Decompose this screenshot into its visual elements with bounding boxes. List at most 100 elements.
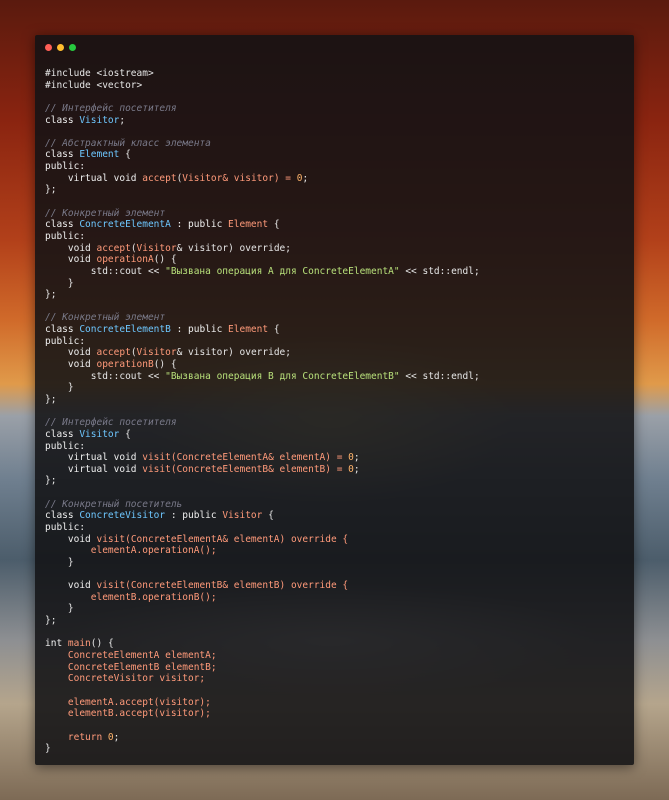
code-token: ; bbox=[353, 463, 360, 475]
code-token: Element bbox=[228, 324, 269, 336]
code-line: #include <vector> bbox=[45, 80, 624, 92]
code-token: ConcreteVisitor bbox=[79, 510, 166, 522]
code-line: ConcreteElementB elementB; bbox=[45, 662, 624, 674]
code-token: Visitor bbox=[79, 428, 120, 440]
code-token: : public bbox=[170, 324, 229, 336]
code-token: elementA.accept(visitor); bbox=[45, 696, 211, 708]
code-token: Visitor bbox=[136, 242, 177, 254]
code-line: public: bbox=[45, 441, 624, 453]
code-token: #include <iostream> bbox=[45, 68, 154, 79]
code-token: ConcreteVisitor visitor; bbox=[45, 673, 206, 685]
code-line: return 0; bbox=[45, 732, 624, 744]
code-line: class Element { bbox=[45, 149, 624, 161]
code-token: void bbox=[45, 242, 97, 254]
code-window: #include <iostream> #include <vector> // … bbox=[35, 35, 634, 765]
code-line: public: bbox=[45, 231, 624, 243]
code-line: class ConcreteVisitor : public Visitor { bbox=[45, 510, 624, 522]
code-token: class bbox=[45, 149, 80, 161]
code-token: }; bbox=[45, 475, 57, 487]
code-token: main bbox=[67, 638, 91, 650]
code-token: "Вызвана операция B для ConcreteElementB… bbox=[165, 370, 400, 382]
code-token: << std::endl; bbox=[399, 370, 480, 382]
minimize-dot-icon[interactable] bbox=[57, 44, 64, 51]
code-block: #include <iostream> #include <vector> // … bbox=[45, 68, 624, 755]
close-dot-icon[interactable] bbox=[45, 44, 52, 51]
code-token: class bbox=[45, 324, 80, 336]
code-token: int bbox=[45, 638, 68, 650]
window-controls bbox=[45, 44, 76, 51]
code-token: elementA.operationA(); bbox=[45, 545, 217, 557]
code-token: ConcreteElementA elementA; bbox=[45, 650, 217, 662]
code-token: virtual void bbox=[45, 172, 143, 184]
code-token: public: bbox=[45, 335, 86, 347]
code-token: }; bbox=[45, 615, 57, 627]
code-token: Visitor bbox=[222, 510, 263, 522]
code-line: void accept(Visitor& visitor) override; bbox=[45, 243, 624, 255]
code-token: ; bbox=[119, 114, 126, 126]
code-token: : public bbox=[170, 219, 229, 231]
code-token: } bbox=[45, 382, 74, 394]
code-token: accept bbox=[96, 347, 131, 359]
code-line: elementA.accept(visitor); bbox=[45, 697, 624, 709]
code-line: public: bbox=[45, 336, 624, 348]
code-token: // Абстрактный класс элемента bbox=[45, 137, 211, 149]
code-token: // Интерфейс посетителя bbox=[45, 417, 177, 429]
code-line: elementA.operationA(); bbox=[45, 545, 624, 557]
code-line: void operationA() { bbox=[45, 254, 624, 266]
code-token: { bbox=[268, 219, 280, 231]
code-token: { bbox=[119, 428, 131, 440]
code-line: }; bbox=[45, 184, 624, 196]
code-token: operationB bbox=[96, 359, 154, 371]
code-token: Element bbox=[79, 149, 120, 161]
code-token: void bbox=[45, 347, 97, 359]
code-token: () { bbox=[153, 254, 177, 266]
code-token: // Интерфейс посетителя bbox=[45, 102, 177, 114]
code-token: ConcreteElementB elementB; bbox=[45, 661, 217, 673]
code-token: }; bbox=[45, 393, 57, 405]
code-line: virtual void accept(Visitor& visitor) = … bbox=[45, 173, 624, 185]
code-line: } bbox=[45, 382, 624, 394]
code-token: #include <vector> bbox=[45, 79, 143, 91]
code-line: ConcreteVisitor visitor; bbox=[45, 673, 624, 685]
code-token: } bbox=[45, 556, 74, 568]
code-token: void bbox=[45, 533, 97, 545]
code-line: class Visitor { bbox=[45, 429, 624, 441]
code-token: std::cout << bbox=[45, 265, 166, 277]
code-token: ; bbox=[113, 731, 120, 743]
code-line: elementB.operationB(); bbox=[45, 592, 624, 604]
code-token: { bbox=[119, 149, 131, 161]
code-token: std::cout << bbox=[45, 370, 166, 382]
code-line: } bbox=[45, 603, 624, 615]
code-token: }; bbox=[45, 289, 57, 301]
code-token: Element bbox=[228, 219, 269, 231]
code-line: // Интерфейс посетителя bbox=[45, 417, 624, 429]
code-line: }; bbox=[45, 394, 624, 406]
code-line: std::cout << "Вызвана операция A для Con… bbox=[45, 266, 624, 278]
code-token: }; bbox=[45, 184, 57, 196]
code-token: & visitor) override; bbox=[176, 242, 291, 254]
code-line: // Конкретный элемент bbox=[45, 312, 624, 324]
code-token: & visitor) = bbox=[222, 172, 297, 184]
code-token: class bbox=[45, 114, 80, 126]
code-token: Visitor bbox=[136, 347, 177, 359]
code-token: "Вызвана операция A для ConcreteElementA… bbox=[165, 265, 400, 277]
code-token: public: bbox=[45, 521, 86, 533]
code-line: public: bbox=[45, 161, 624, 173]
code-line: }; bbox=[45, 615, 624, 627]
code-token: void bbox=[45, 580, 97, 592]
code-token: } bbox=[45, 603, 74, 615]
code-line: std::cout << "Вызвана операция B для Con… bbox=[45, 371, 624, 383]
code-token: (ConcreteElementB& elementB) override { bbox=[125, 580, 349, 592]
code-token: () { bbox=[90, 638, 114, 650]
code-token: & visitor) override; bbox=[176, 347, 291, 359]
code-line: // Конкретный элемент bbox=[45, 208, 624, 220]
code-line: public: bbox=[45, 522, 624, 534]
zoom-dot-icon[interactable] bbox=[69, 44, 76, 51]
